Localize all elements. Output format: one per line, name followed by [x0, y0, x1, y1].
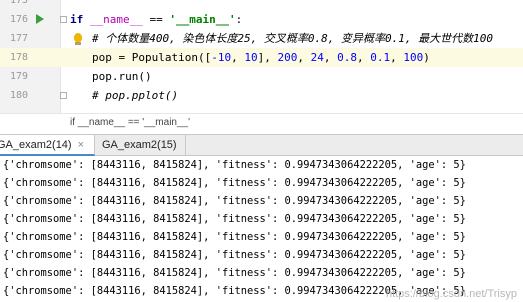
code-line-175[interactable]: 175: [0, 0, 523, 10]
code-line-179[interactable]: 179 pop.run(): [0, 67, 523, 86]
code-editor[interactable]: 175 176 if __name__ == '__main__': 177 #…: [0, 0, 523, 113]
run-tab-ga-exam2-15[interactable]: GA_exam2(15)×: [96, 135, 186, 172]
console-line: {'chromsome': [8443116, 8415824], 'fitne…: [3, 159, 466, 171]
code-line-176[interactable]: 176 if __name__ == '__main__':: [0, 10, 523, 29]
run-tab-bar: GA_exam2(14) × GA_exam2(15)×: [0, 134, 523, 172]
tab-label: GA_exam2(15): [102, 139, 177, 151]
console-line: {'chromsome': [8443116, 8415824], 'fitne…: [3, 231, 466, 243]
console-line: {'chromsome': [8443116, 8415824], 'fitne…: [3, 249, 466, 261]
watermark: https://blog.csdn.net/Trisyp: [385, 288, 517, 300]
code-text: pop.run(): [92, 70, 152, 83]
console-line: {'chromsome': [8443116, 8415824], 'fitne…: [3, 195, 466, 207]
breadcrumb[interactable]: if __name__ == '__main__': [70, 117, 190, 128]
breadcrumb-bar: if __name__ == '__main__': [0, 113, 523, 135]
code-text: if __name__ == '__main__':: [70, 13, 243, 26]
close-icon[interactable]: ×: [78, 135, 84, 156]
console-line: {'chromsome': [8443116, 8415824], 'fitne…: [3, 213, 466, 225]
code-line-180[interactable]: 180 # pop.pplot(): [0, 86, 523, 105]
code-line-178[interactable]: 178 pop = Population([-10, 10], 200, 24,…: [0, 48, 523, 67]
line-number: 180: [9, 90, 28, 101]
line-number: 179: [9, 71, 28, 82]
line-number: 176: [9, 14, 28, 25]
code-comment: # pop.pplot(): [92, 89, 179, 102]
code-text: pop = Population([-10, 10], 200, 24, 0.8…: [92, 51, 430, 64]
line-number: 175: [9, 0, 28, 6]
run-tab-ga-exam2-14[interactable]: GA_exam2(14) ×: [0, 135, 95, 156]
fold-toggle-icon[interactable]: [60, 92, 67, 99]
tab-label: GA_exam2(14): [0, 139, 72, 151]
console-output[interactable]: {'chromsome': [8443116, 8415824], 'fitne…: [0, 156, 523, 302]
run-icon[interactable]: [36, 14, 44, 24]
lightbulb-base-icon: [75, 42, 81, 45]
line-number: 177: [9, 33, 28, 44]
fold-toggle-icon[interactable]: [60, 16, 67, 23]
line-number: 178: [9, 52, 28, 63]
lightbulb-icon[interactable]: [74, 33, 82, 42]
console-line: {'chromsome': [8443116, 8415824], 'fitne…: [3, 267, 466, 279]
console-line: {'chromsome': [8443116, 8415824], 'fitne…: [3, 177, 466, 189]
code-comment: # 个体数量400, 染色体长度25, 交叉概率0.8, 变异概率0.1, 最大…: [92, 32, 493, 45]
